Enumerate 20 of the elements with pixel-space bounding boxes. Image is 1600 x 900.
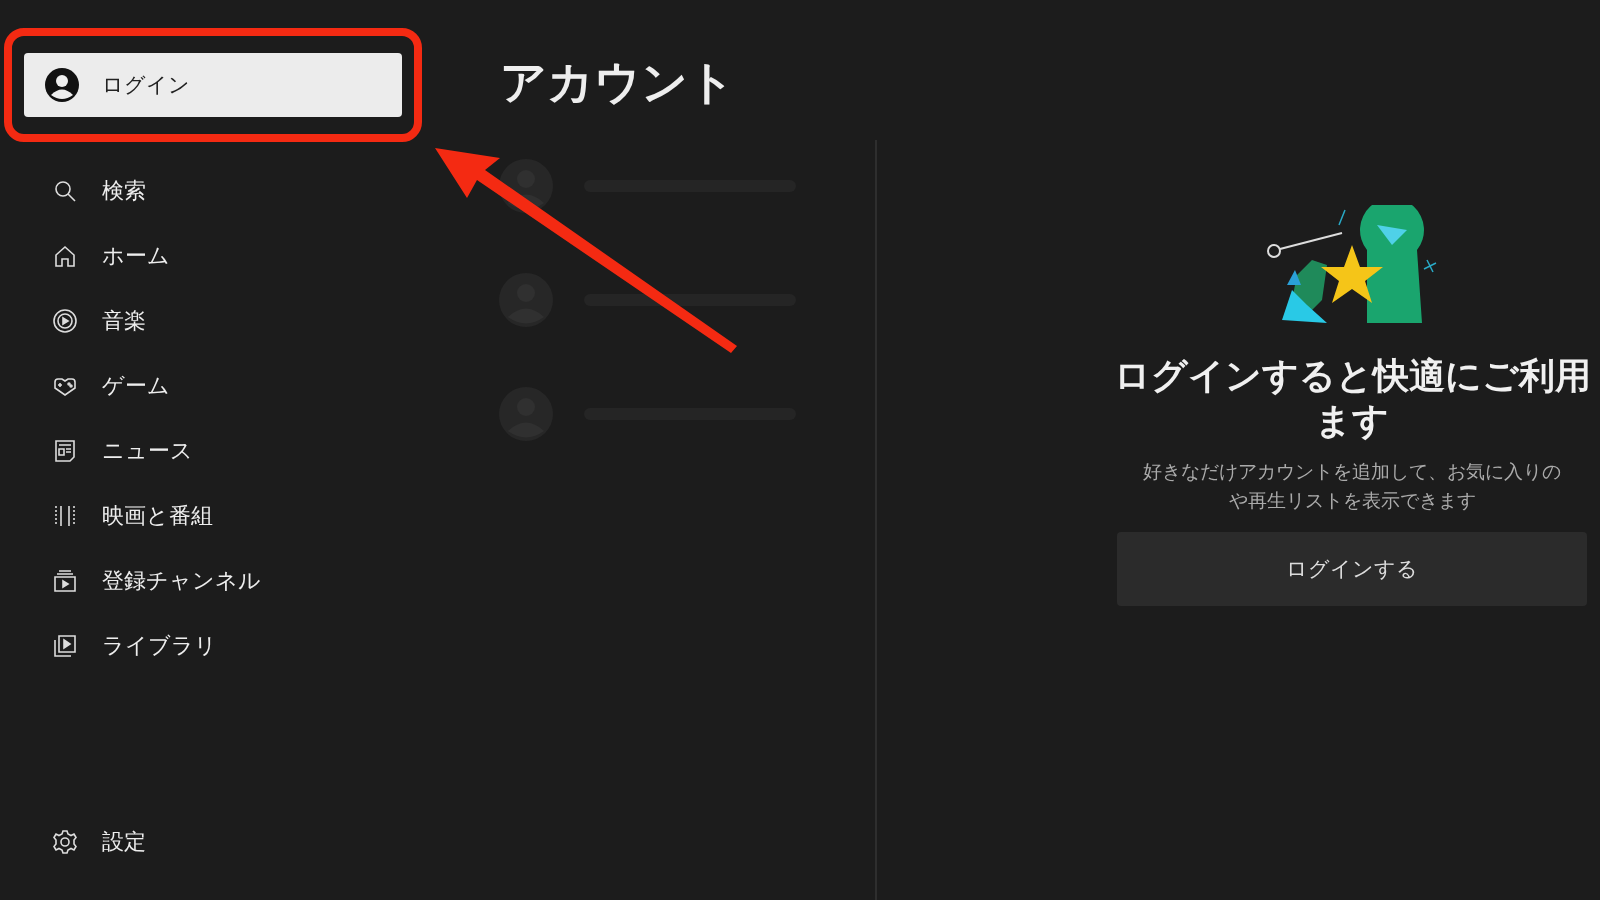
account-icon (44, 67, 80, 103)
nav-item[interactable]: ニュース (4, 432, 193, 469)
newspaper-icon (52, 437, 78, 464)
sign-in-heading: ログインすると快適にご利用 ます (1113, 354, 1591, 443)
nav-item[interactable]: 映画と番組 (4, 497, 213, 534)
sign-in-description: 好きなだけアカウントを追加して、お気に入りの や再生リストを表示できます (1143, 459, 1561, 513)
nav-item[interactable]: ホーム (4, 237, 170, 274)
nav-item[interactable]: 音楽 (4, 302, 146, 339)
library-icon (52, 632, 78, 659)
nav-item[interactable]: 登録チャンネル (4, 562, 261, 599)
nav-item[interactable]: ライブラリ (4, 627, 217, 664)
nav-item[interactable]: 検索 (4, 172, 146, 209)
settings-icon (52, 828, 78, 855)
sign-in-button[interactable]: ログインする (1117, 532, 1587, 606)
nav-item[interactable]: ゲーム (4, 367, 170, 404)
music-icon (52, 307, 78, 334)
page-title: アカウント (500, 54, 736, 111)
settings-item[interactable]: 設定 (4, 823, 146, 860)
subscriptions-icon (52, 567, 78, 594)
login-button[interactable]: ログイン (24, 53, 402, 117)
